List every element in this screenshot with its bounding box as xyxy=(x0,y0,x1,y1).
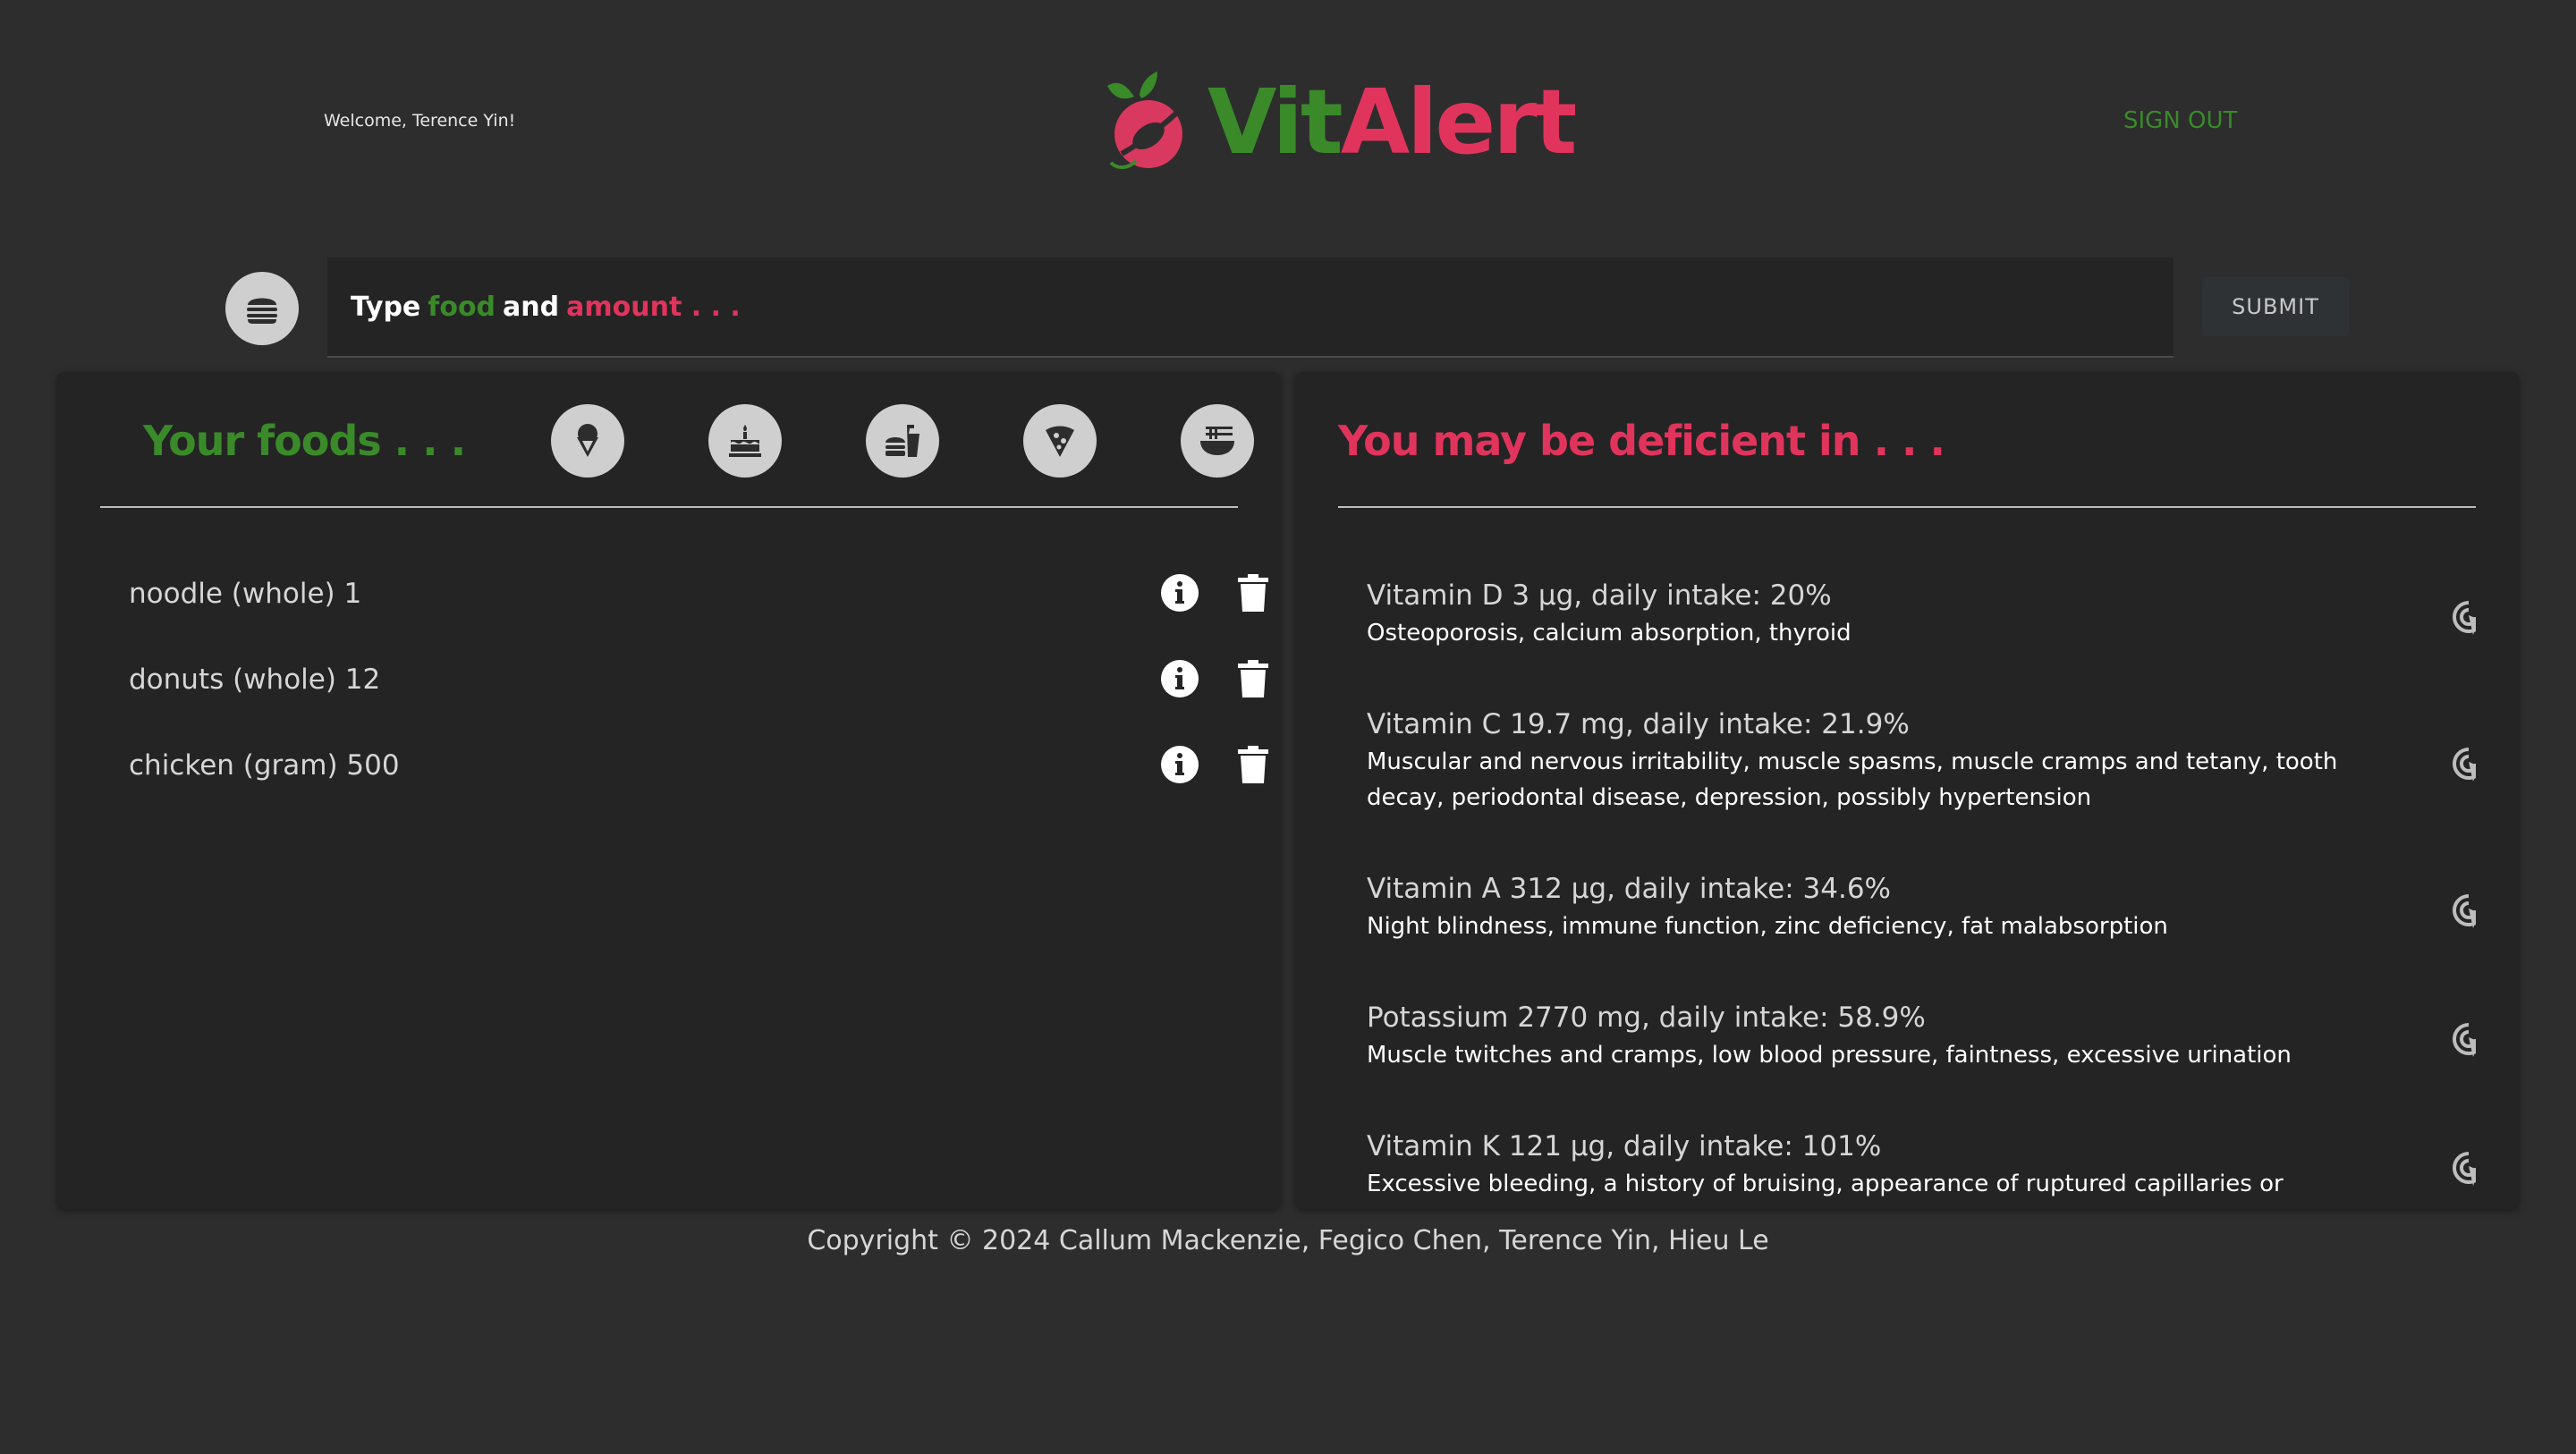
food-item: noodle (whole) 1 xyxy=(129,551,1268,637)
apple-logo-icon xyxy=(1107,72,1182,169)
food-entry-row: Type food and amount . . . SUBMIT xyxy=(0,256,2576,363)
deficiency-item-title: Vitamin D 3 µg, daily intake: 20% xyxy=(1367,579,1832,612)
sign-out-link[interactable]: SIGN OUT xyxy=(2123,107,2237,134)
foods-panel-header: Your foods . . . xyxy=(100,372,1254,508)
deficiency-list: Vitamin D 3 µg, daily intake: 20% Osteop… xyxy=(1367,579,2476,1205)
foods-panel: Your foods . . . noodle (whole) 1 donuts… xyxy=(57,372,1281,1209)
noodle-bowl-icon[interactable] xyxy=(1181,404,1254,478)
food-item-label: noodle (whole) 1 xyxy=(129,578,362,610)
food-item-label: donuts (whole) 12 xyxy=(129,664,381,696)
placeholder-type: Type xyxy=(351,291,421,323)
placeholder-amount: amount . . . xyxy=(566,291,741,323)
logo-alert: Alert xyxy=(1340,70,1578,174)
info-icon[interactable] xyxy=(1161,660,1199,697)
placeholder-food: food xyxy=(428,291,496,323)
click-cursor-icon[interactable] xyxy=(2447,596,2476,638)
placeholder-and: and xyxy=(503,291,560,323)
burger-icon xyxy=(225,272,299,345)
deficiency-panel-header: You may be deficient in . . . xyxy=(1338,372,2476,508)
deficiency-item: Vitamin A 312 µg, daily intake: 34.6% Ni… xyxy=(1367,873,2476,1002)
food-item-label: chicken (gram) 500 xyxy=(129,749,400,782)
pizza-icon[interactable] xyxy=(1023,404,1097,478)
deficiency-item: Potassium 2770 mg, daily intake: 58.9% M… xyxy=(1367,1002,2476,1130)
deficiency-item-desc: Excessive bleeding, a history of bruisin… xyxy=(1367,1171,2284,1197)
click-cursor-icon[interactable] xyxy=(2447,1018,2476,1061)
click-cursor-icon[interactable] xyxy=(2447,889,2476,932)
footer-copyright: Copyright © 2024 Callum Mackenzie, Fegic… xyxy=(807,1225,1769,1256)
deficiency-item-title: Potassium 2770 mg, daily intake: 58.9% xyxy=(1367,1002,1926,1034)
deficiency-item: Vitamin C 19.7 mg, daily intake: 21.9% M… xyxy=(1367,708,2476,873)
info-icon[interactable] xyxy=(1161,746,1199,783)
food-amount-input[interactable]: Type food and amount . . . xyxy=(327,258,2174,358)
trash-icon[interactable] xyxy=(1238,746,1268,783)
deficiency-item-title: Vitamin C 19.7 mg, daily intake: 21.9% xyxy=(1367,708,1910,740)
fast-food-icon[interactable] xyxy=(866,404,939,478)
info-icon[interactable] xyxy=(1161,574,1199,612)
food-list: noodle (whole) 1 donuts (whole) 12 chick… xyxy=(129,551,1268,808)
logo-text: VitAlert xyxy=(1208,78,1577,167)
ice-cream-icon[interactable] xyxy=(551,404,624,478)
deficiency-title: You may be deficient in . . . xyxy=(1338,417,1945,465)
trash-icon[interactable] xyxy=(1238,660,1268,697)
deficiency-item: Vitamin D 3 µg, daily intake: 20% Osteop… xyxy=(1367,579,2476,708)
deficiency-item-desc: Night blindness, immune function, zinc d… xyxy=(1367,913,2168,940)
logo-vit: Vit xyxy=(1208,70,1343,174)
deficiency-item-desc: Muscular and nervous irritability, muscl… xyxy=(1367,748,2338,811)
click-cursor-icon[interactable] xyxy=(2447,742,2476,785)
trash-icon[interactable] xyxy=(1238,574,1268,612)
welcome-text: Welcome, Terence Yin! xyxy=(324,111,516,131)
food-item: donuts (whole) 12 xyxy=(129,637,1268,723)
click-cursor-icon[interactable] xyxy=(2447,1146,2476,1189)
deficiency-item-desc: Muscle twitches and cramps, low blood pr… xyxy=(1367,1042,2292,1069)
deficiency-item-desc: Osteoporosis, calcium absorption, thyroi… xyxy=(1367,620,1852,647)
deficiency-item-title: Vitamin K 121 µg, daily intake: 101% xyxy=(1367,1130,1882,1162)
deficiency-item: Vitamin K 121 µg, daily intake: 101% Exc… xyxy=(1367,1130,2476,1205)
foods-title: Your foods . . . xyxy=(143,417,466,465)
logo[interactable]: VitAlert xyxy=(1102,64,1577,181)
cake-icon[interactable] xyxy=(708,404,782,478)
food-item: chicken (gram) 500 xyxy=(129,723,1268,808)
deficiency-item-title: Vitamin A 312 µg, daily intake: 34.6% xyxy=(1367,873,1892,905)
deficiency-panel: You may be deficient in . . . Vitamin D … xyxy=(1295,372,2519,1209)
submit-button[interactable]: SUBMIT xyxy=(2202,277,2349,336)
header: Welcome, Terence Yin! VitAlert SIGN OUT xyxy=(0,0,2576,241)
